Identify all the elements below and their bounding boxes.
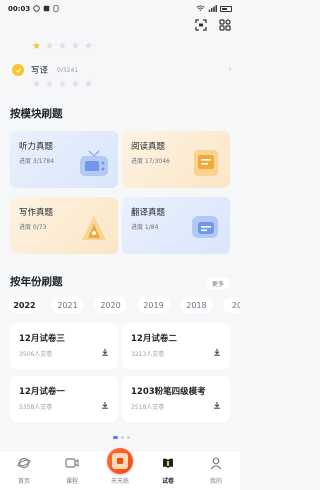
- top-actions: [194, 18, 232, 32]
- tab-label: 课程: [65, 478, 78, 485]
- tab-course[interactable]: 课程: [48, 455, 96, 485]
- star-rating-2: ★ ★ ★ ★ ★: [32, 80, 93, 90]
- page-dot: [121, 436, 124, 439]
- paper-title: 12月试卷二: [131, 334, 177, 344]
- tab-label: 首页: [17, 478, 30, 485]
- module-card-writing[interactable]: 写作真题 进度 0/73: [10, 197, 118, 254]
- paper-card[interactable]: 12月试卷二 3213人交卷: [122, 323, 230, 369]
- star-rating-1: ★ ★ ★ ★ ★: [32, 42, 93, 52]
- paper-card[interactable]: 12月试卷一 5358人交卷: [10, 376, 118, 422]
- more-button[interactable]: 更多: [206, 277, 230, 289]
- download-icon[interactable]: [213, 341, 221, 360]
- module-card-progress: 进度 3/1784: [19, 158, 55, 165]
- star-icon: ★: [57, 41, 67, 52]
- star-icon: ★: [83, 41, 93, 52]
- tab-label: 天天练: [110, 478, 129, 485]
- person-icon: [209, 455, 223, 474]
- status-bar: 00:03: [0, 0, 240, 18]
- star-icon: ★: [83, 79, 93, 90]
- module-card-title: 阅读真题: [131, 142, 166, 152]
- download-icon[interactable]: [101, 394, 109, 413]
- wifi-icon: [196, 4, 205, 14]
- writing-progress: 0/3241: [57, 66, 79, 74]
- paper-title: 1203粉笔四级模考: [131, 387, 206, 397]
- tab-label: 试卷: [161, 478, 174, 485]
- module-card-progress: 进度 0/73: [19, 224, 47, 231]
- planet-icon: [17, 455, 31, 474]
- page-dot: [127, 436, 130, 439]
- paper-card[interactable]: 1203粉笔四级模考 2518人交卷: [122, 376, 230, 422]
- star-icon: ★: [70, 41, 80, 52]
- paper-card[interactable]: 12月试卷三 3506人交卷: [10, 323, 118, 369]
- paper-submissions: 3506人交卷: [19, 351, 53, 358]
- year-tab-2018[interactable]: 2018: [180, 297, 213, 313]
- star-icon: ★: [44, 79, 54, 90]
- star-icon: ★: [32, 41, 41, 52]
- star-icon: ★: [32, 79, 41, 90]
- year-tab-2020[interactable]: 2020: [94, 297, 127, 313]
- paper-submissions: 2518人交卷: [131, 404, 165, 411]
- module-card-reading[interactable]: 阅读真题 进度 17/3046: [122, 131, 230, 188]
- module-card-title: 听力真题: [19, 142, 54, 152]
- module-card-title: 写作真题: [19, 208, 54, 218]
- notification-icon: [33, 4, 41, 14]
- module-card-listening[interactable]: 听力真题 进度 3/1784: [10, 131, 118, 188]
- tab-home[interactable]: 首页: [0, 455, 48, 485]
- paper-submissions: 5358人交卷: [19, 404, 53, 411]
- daily-practice-icon: [107, 448, 133, 474]
- scan-icon[interactable]: [194, 18, 208, 32]
- module-card-title: 翻译真题: [131, 208, 166, 218]
- module-card-progress: 进度 17/3046: [131, 158, 170, 165]
- paper-title: 12月试卷三: [19, 334, 65, 344]
- page-dot: [113, 436, 118, 439]
- year-tab-2021[interactable]: 2021: [51, 297, 84, 313]
- battery-icon: [220, 6, 232, 12]
- download-icon[interactable]: [213, 394, 221, 413]
- year-tab-2019[interactable]: 2019: [137, 297, 170, 313]
- check-icon: [12, 64, 24, 76]
- signal-icon: [208, 4, 217, 14]
- year-section-title: 按年份刷题: [10, 276, 63, 288]
- nfc-icon: [53, 4, 59, 14]
- module-card-translation[interactable]: 翻译真题 进度 1/84: [122, 197, 230, 254]
- tab-profile[interactable]: 我的: [192, 455, 240, 485]
- tv-icon: [76, 148, 112, 182]
- chevron-right-icon: ›: [228, 65, 232, 75]
- writing-label: 写译: [31, 66, 49, 76]
- download-icon[interactable]: [101, 341, 109, 360]
- tab-papers[interactable]: 试卷: [144, 455, 192, 485]
- module-card-progress: 进度 1/84: [131, 224, 159, 231]
- apps-grid-icon[interactable]: [218, 18, 232, 32]
- star-icon: ★: [70, 79, 80, 90]
- tab-label: 我的: [209, 478, 222, 485]
- book-icon: [161, 455, 175, 474]
- app-notification-icon: [43, 5, 50, 14]
- writing-translation-row[interactable]: 写译 0/3241 ›: [12, 62, 232, 78]
- paper-title: 12月试卷一: [19, 387, 65, 397]
- star-icon: ★: [44, 41, 54, 52]
- module-section-title: 按模块刷题: [10, 108, 63, 120]
- status-time: 00:03: [8, 5, 31, 13]
- year-tab-2022[interactable]: 2022: [8, 297, 41, 313]
- star-icon: ★: [57, 79, 67, 90]
- tab-daily-practice[interactable]: 天天练: [96, 448, 144, 485]
- year-tabs: 2022 2021 2020 2019 2018 201: [8, 297, 240, 313]
- paper-submissions: 3213人交卷: [131, 351, 165, 358]
- year-tab-201[interactable]: 201: [223, 297, 240, 313]
- page-indicator: [113, 436, 130, 439]
- bottom-tab-bar: 首页 课程 天天练 试卷 我的: [0, 448, 240, 490]
- video-icon: [65, 455, 79, 474]
